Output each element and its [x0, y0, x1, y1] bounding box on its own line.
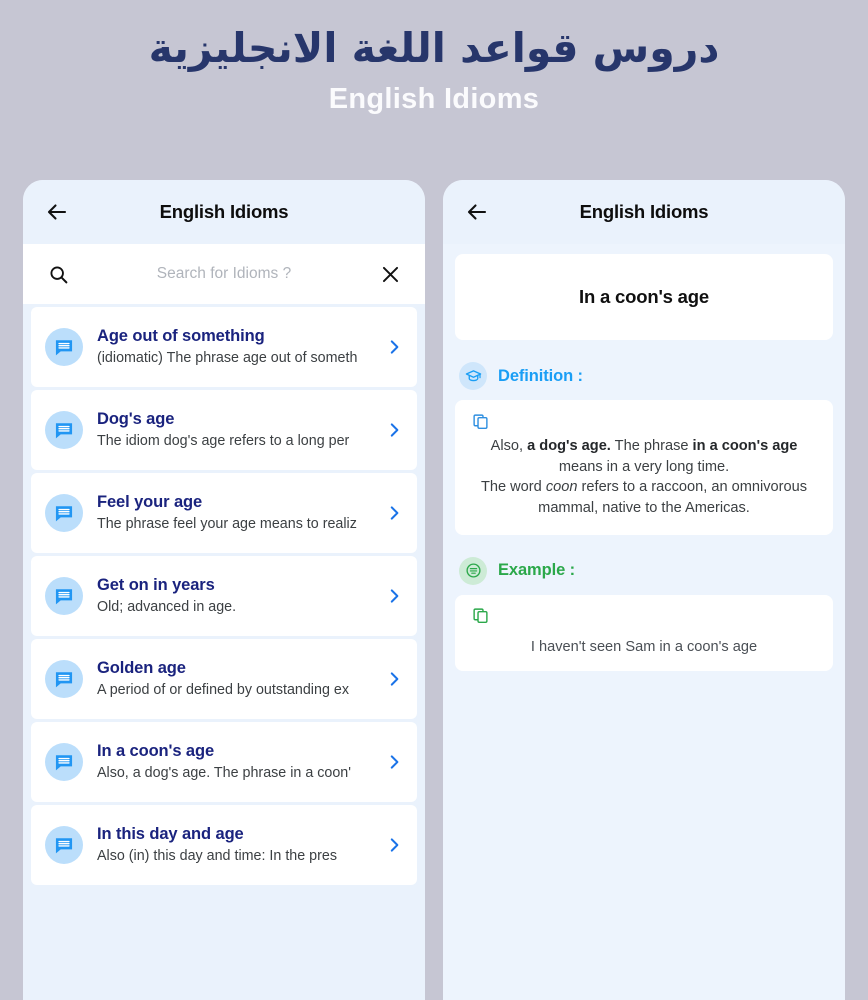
graduation-cap-icon [459, 362, 487, 390]
back-button[interactable] [462, 197, 492, 227]
definition-line2-italic: coon [545, 479, 578, 496]
list-item-title: In a coon's age [97, 742, 215, 761]
definition-section-header: Definition : [455, 362, 833, 390]
list-item-text: In a coon's age Also, a dog's age. The ph… [97, 741, 383, 782]
list-item[interactable]: In a coon's age Also, a dog's age. The ph… [31, 722, 417, 802]
page-banner: دروس قواعد اللغة الانجليزية English Idio… [0, 0, 868, 116]
back-button[interactable] [42, 197, 72, 227]
list-item-description: Old; advanced in age. [97, 599, 237, 616]
list-item-title: Get on in years [97, 576, 215, 595]
search-input[interactable] [71, 265, 377, 283]
definition-line1-plain-a: Also, [490, 438, 528, 454]
chat-bubble-icon [45, 743, 83, 781]
list-item-description: Also, a dog's age. The phrase in a coon' [97, 765, 351, 782]
list-appbar-title: English Idioms [159, 201, 289, 222]
list-item[interactable]: Golden age A period of or defined by outs… [31, 639, 417, 719]
list-appbar: English Idioms [23, 180, 425, 244]
list-item-title: Age out of something [97, 327, 265, 346]
search-icon[interactable] [45, 261, 71, 287]
search-bar [23, 244, 425, 304]
example-card: I haven't seen Sam in a coon's age [455, 594, 833, 671]
definition-line1-bold-b: in a coon's age [692, 438, 798, 454]
idiom-list[interactable]: Age out of something (idiomatic) The phra… [23, 304, 425, 1000]
chevron-right-icon[interactable] [383, 751, 405, 773]
definition-line2-plain-a: The word [480, 479, 546, 496]
list-item[interactable]: Feel your age The phrase feel your age me… [31, 473, 417, 553]
chevron-right-icon[interactable] [383, 834, 405, 856]
screenshot-pair: English Idioms Age out of something (idio… [0, 180, 868, 1000]
definition-card: Also, a dog's age. The phrase in a coon'… [455, 400, 833, 535]
copy-icon[interactable] [469, 410, 491, 432]
chevron-right-icon[interactable] [383, 502, 405, 524]
chat-bubble-icon [45, 660, 83, 698]
definition-line1-plain-c: means in a very long time. [558, 458, 730, 475]
chat-bubble-icon [45, 826, 83, 864]
definition-line1-bold-a: a dog's age. [527, 438, 611, 454]
list-item-description: The phrase feel your age means to realiz [97, 516, 357, 533]
list-item-description: A period of or defined by outstanding ex [97, 682, 349, 699]
banner-title-english: English Idioms [328, 83, 540, 116]
list-item-title: Feel your age [97, 493, 203, 512]
chevron-right-icon[interactable] [383, 585, 405, 607]
list-item-description: The idiom dog's age refers to a long per [97, 433, 350, 450]
chevron-right-icon[interactable] [383, 668, 405, 690]
banner-title-arabic: دروس قواعد اللغة الانجليزية [148, 24, 720, 72]
definition-label: Definition : [498, 366, 583, 385]
list-item[interactable]: Dog's age The idiom dog's age refers to a… [31, 390, 417, 470]
list-item-text: Golden age A period of or defined by outs… [97, 658, 383, 699]
idiom-list-screen: English Idioms Age out of something (idio… [23, 180, 425, 1000]
definition-line2-plain-b: refers to a raccoon, an omnivorous mamma… [538, 479, 808, 517]
example-section-header: Example : [455, 556, 833, 585]
chevron-right-icon[interactable] [383, 336, 405, 358]
chat-bubble-icon [45, 411, 83, 449]
list-item-description: (idiomatic) The phrase age out of someth [97, 350, 358, 367]
definition-line1-plain-b: The phrase [610, 438, 693, 454]
list-item-title: Golden age [97, 659, 186, 678]
list-item[interactable]: In this day and age Also (in) this day an… [31, 805, 417, 885]
example-label: Example : [498, 561, 576, 580]
chevron-right-icon[interactable] [383, 419, 405, 441]
list-item-text: In this day and age Also (in) this day an… [97, 824, 383, 865]
chat-bubble-icon [45, 577, 83, 615]
document-lines-icon [459, 556, 487, 585]
idiom-title: In a coon's age [579, 286, 709, 307]
list-item-text: Feel your age The phrase feel your age me… [97, 492, 383, 533]
list-item-text: Age out of something (idiomatic) The phra… [97, 326, 383, 367]
list-item-text: Dog's age The idiom dog's age refers to a… [97, 409, 383, 450]
chat-bubble-icon [45, 494, 83, 532]
definition-text: Also, a dog's age. The phrase in a coon'… [469, 436, 819, 519]
list-item-title: Dog's age [97, 410, 175, 429]
list-item[interactable]: Age out of something (idiomatic) The phra… [31, 307, 417, 387]
close-icon[interactable] [377, 261, 403, 287]
list-item[interactable]: Get on in years Old; advanced in age. [31, 556, 417, 636]
list-item-title: In this day and age [97, 825, 244, 844]
detail-body: In a coon's age Definition : Also, a dog… [443, 254, 845, 1000]
list-item-text: Get on in years Old; advanced in age. [97, 575, 383, 616]
copy-icon[interactable] [469, 605, 491, 627]
list-item-description: Also (in) this day and time: In the pres [97, 848, 337, 865]
example-text: I haven't seen Sam in a coon's age [530, 638, 758, 655]
arrow-left-icon [47, 204, 67, 220]
idiom-title-card: In a coon's age [455, 254, 833, 340]
chat-bubble-icon [45, 328, 83, 366]
idiom-detail-screen: English Idioms In a coon's age Definitio… [443, 180, 845, 1000]
detail-appbar: English Idioms [443, 180, 845, 244]
detail-appbar-title: English Idioms [579, 201, 709, 222]
arrow-left-icon [467, 204, 487, 220]
